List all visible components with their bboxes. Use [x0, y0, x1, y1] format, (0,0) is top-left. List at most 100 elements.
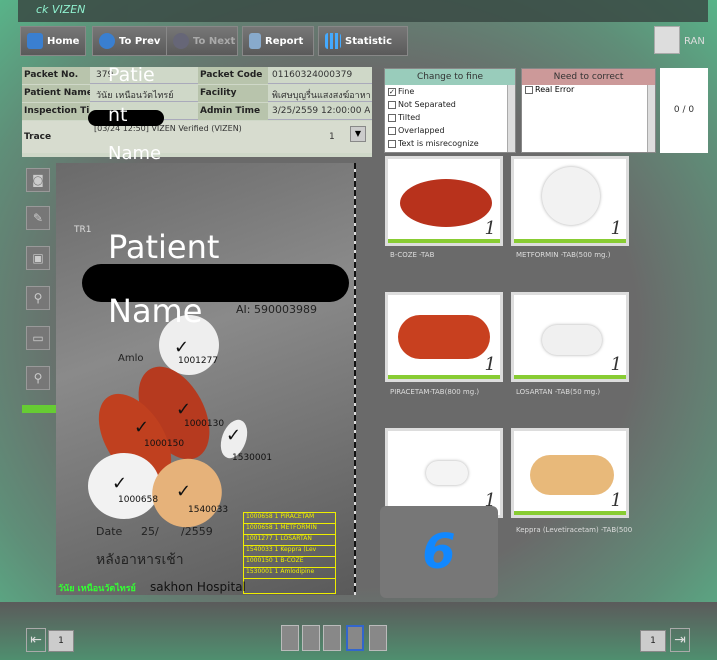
checkbox-not-separated[interactable]: Not Separated [385, 98, 515, 111]
checkbox-tilted[interactable]: Tilted [385, 111, 515, 124]
checkbox-text-misrecognize[interactable]: Text is misrecognize [385, 137, 515, 150]
overlay-patient-large: Patient [108, 228, 220, 266]
drug-card[interactable]: 1 [511, 292, 629, 382]
legend-row: 1001277 1 LOSARTAN [244, 535, 335, 546]
facility-label: Facility [198, 85, 268, 102]
pill-image [542, 325, 602, 355]
drug-card[interactable]: 1 [385, 156, 503, 246]
change-to-fine-panel: Change to fine ✓ Fine Not Separated Tilte… [384, 68, 516, 153]
legend-drug: PIRACETAM [280, 513, 315, 520]
drug-qty: 1 [484, 354, 496, 375]
need-to-correct-header: Need to correct [522, 69, 655, 85]
legend-row: 1000150 1 B-COZE [244, 557, 335, 568]
first-page-button[interactable]: ⇤ [26, 628, 46, 652]
drug-label: METFORMIN -TAB(500 mg.) [516, 251, 611, 259]
status-bar-green [22, 405, 56, 413]
page-left[interactable]: 1 [48, 630, 74, 652]
checkbox-box[interactable] [525, 85, 533, 94]
edit-icon[interactable]: ✎ [26, 206, 50, 230]
hospital-text: sakhon Hospital [150, 580, 246, 594]
pill-id: 1000150 [144, 439, 185, 449]
checkbox-label: Real Error [535, 85, 575, 94]
next-button[interactable]: To Next [166, 26, 238, 56]
legend-id: 1000150 [246, 557, 273, 564]
trace-dropdown-button[interactable]: ▼ [350, 126, 366, 142]
checkbox-box[interactable] [388, 100, 396, 109]
need-to-correct-panel: Need to correct Real Error [521, 68, 656, 153]
check-icon: ✓ [112, 473, 128, 494]
check-icon: ✓ [176, 481, 192, 502]
thumbnail[interactable] [369, 625, 387, 651]
thumbnail-selected[interactable] [346, 625, 364, 651]
legend-row: 1000658 1 PIRACETAM [244, 513, 335, 524]
legend-drug: B-COZE [280, 557, 304, 564]
legend-n: 1 [274, 524, 279, 531]
pill-id: 1001277 [178, 356, 219, 366]
app-title: ck VIZEN [36, 3, 86, 16]
packet-code-value: 01160324000379 [272, 70, 353, 80]
zoom-in-icon[interactable]: ⚲ [26, 286, 50, 310]
pill-legend: 1000658 1 PIRACETAM 1000658 1 METFORMIN … [243, 512, 336, 594]
date-text: Date [96, 525, 123, 538]
pill-id: 1530001 [232, 453, 273, 463]
trace-label: Trace [24, 132, 52, 142]
checkbox-box[interactable] [388, 139, 396, 148]
bar-chart-icon [325, 33, 341, 49]
checkbox-overlapped[interactable]: Overlapped [385, 124, 515, 137]
drug-card[interactable]: 1 [385, 292, 503, 382]
checkbox-box[interactable]: ✓ [388, 87, 396, 96]
checkbox-label: Fine [398, 87, 415, 96]
pill-id: 1540033 [188, 505, 229, 515]
thumbnail[interactable] [323, 625, 341, 651]
arrow-right-icon [173, 33, 189, 49]
checkbox-real-error[interactable]: Real Error [522, 85, 654, 98]
camera-icon[interactable]: ◙ [26, 168, 50, 192]
drug-card[interactable]: 1 [511, 156, 629, 246]
checkbox-fine[interactable]: ✓ Fine [385, 85, 515, 98]
status-bar-green [514, 239, 626, 243]
legend-row: 1000658 1 METFORMIN [244, 524, 335, 535]
prev-label: To Prev [119, 35, 161, 47]
inspection-time-label: Inspection Time [22, 103, 90, 120]
statistic-button[interactable]: Statistic [318, 26, 408, 56]
drug-label: LOSARTAN -TAB(50 mg.) [516, 388, 601, 396]
status-bar-green [514, 375, 626, 379]
home-button[interactable]: Home [20, 26, 86, 56]
home-icon [27, 33, 43, 49]
legend-row: 1540033 1 Keppra (Lev [244, 546, 335, 557]
zoom-out-icon[interactable]: ⚲ [26, 366, 50, 390]
overlay-patient-small: Patie [108, 64, 155, 86]
crop-icon[interactable]: ▭ [26, 326, 50, 350]
pill-image [530, 455, 614, 495]
thumbnail[interactable] [281, 625, 299, 651]
home-label: Home [47, 35, 80, 47]
report-button[interactable]: Report [242, 26, 314, 56]
legend-n: 1 [274, 557, 279, 564]
legend-n: 1 [274, 546, 279, 553]
user-avatar[interactable] [654, 26, 680, 54]
drug-label: Keppra (Levetiracetam) -TAB(500 : [516, 526, 634, 534]
checkbox-box[interactable] [388, 126, 396, 135]
pill-id: 1000130 [184, 419, 225, 429]
last-page-button[interactable]: ⇥ [670, 628, 690, 652]
drug-label: B-COZE -TAB [390, 251, 435, 259]
image-icon[interactable]: ▣ [26, 246, 50, 270]
legend-n: 1 [274, 535, 279, 542]
report-icon [249, 33, 261, 49]
drug-card[interactable]: 1 [385, 428, 503, 518]
drug-card[interactable]: 1 [511, 428, 629, 518]
arrow-left-icon [99, 33, 115, 49]
legend-id: 1540033 [246, 546, 273, 553]
report-label: Report [265, 35, 304, 47]
trace-count: 1 [329, 132, 335, 142]
code-text: AI: 590003989 [236, 303, 317, 316]
fine-scrollbar[interactable] [507, 85, 515, 152]
checkbox-box[interactable] [388, 113, 396, 122]
page-right[interactable]: 1 [640, 630, 666, 652]
film-strip [354, 163, 356, 595]
pill-image [542, 167, 600, 225]
check-icon: ✓ [226, 425, 242, 446]
drug-qty: 1 [610, 354, 622, 375]
thumbnail[interactable] [302, 625, 320, 651]
correct-scrollbar[interactable] [647, 85, 655, 152]
